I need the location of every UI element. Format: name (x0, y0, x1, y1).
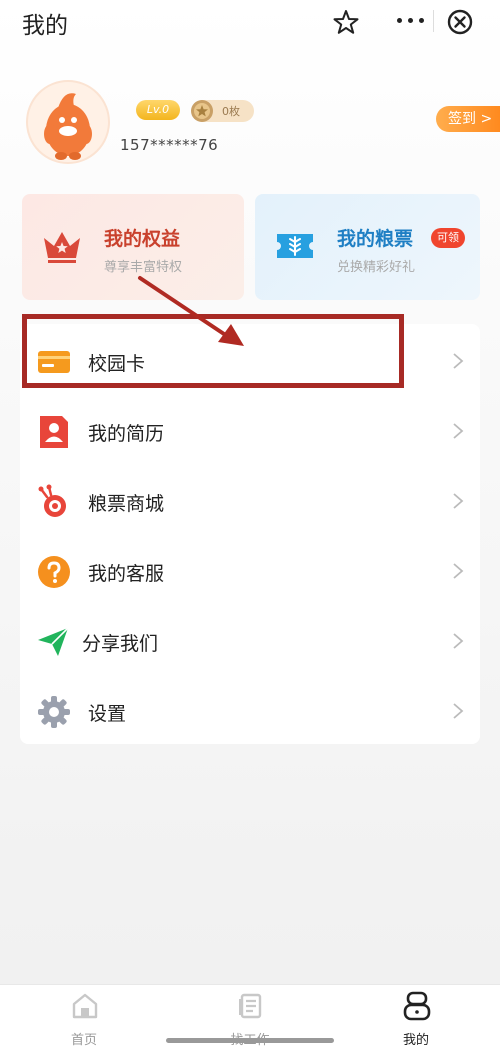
close-icon[interactable] (446, 8, 474, 36)
menu-item-resume[interactable]: 我的简历 (20, 400, 480, 460)
my-tickets-title: 我的粮票 (337, 228, 414, 250)
jobs-icon (239, 993, 262, 1019)
favorite-star-icon[interactable] (332, 8, 360, 36)
menu-item-settings[interactable]: 设置 (20, 680, 480, 740)
highlight-box (22, 314, 404, 388)
mascot-avatar-icon (44, 93, 92, 160)
home-indicator (166, 1038, 334, 1043)
menu-item-label: 分享我们 (82, 633, 159, 655)
my-rights-title: 我的权益 (104, 228, 181, 250)
medal-icon (191, 100, 213, 122)
menu-item-label: 我的简历 (88, 423, 165, 445)
tab-label: 首页 (70, 1033, 97, 1048)
menu-item-share[interactable]: 分享我们 (20, 610, 480, 670)
menu-item-label: 粮票商城 (88, 493, 165, 515)
menu-item-label: 设置 (88, 703, 127, 725)
chevron-right-icon (453, 563, 464, 579)
tab-label: 我的 (402, 1033, 429, 1048)
chevron-right-icon (453, 633, 464, 649)
my-tickets-subtitle: 兑换精彩好礼 (337, 260, 416, 275)
level-badge: Lv.0 (136, 100, 180, 120)
profile-icon (403, 991, 431, 1021)
coin-count: 0枚 (222, 105, 240, 118)
page-title: 我的 (22, 13, 68, 39)
help-icon (38, 556, 70, 588)
chevron-right-icon (453, 353, 464, 369)
my-rights-card[interactable]: 我的权益 尊享丰富特权 (22, 194, 244, 300)
my-rights-subtitle: 尊享丰富特权 (104, 260, 183, 275)
tab-mine[interactable]: 我的 (376, 985, 456, 1049)
mall-icon (38, 484, 66, 517)
avatar[interactable] (26, 80, 110, 164)
menu-item-mall[interactable]: 粮票商城 (20, 470, 480, 530)
settings-icon (38, 696, 70, 728)
phone-number: 157******76 (120, 136, 219, 154)
menu-item-customer-service[interactable]: 我的客服 (20, 540, 480, 600)
top-bar: 我的 (0, 0, 500, 50)
sign-in-button[interactable]: 签到 > (436, 106, 500, 132)
claimable-badge: 可领 (431, 228, 465, 248)
menu-item-label: 我的客服 (88, 563, 165, 585)
home-icon (72, 993, 98, 1019)
crown-icon (44, 232, 80, 263)
share-icon (38, 627, 69, 656)
resume-icon (40, 416, 68, 448)
chevron-right-icon (453, 493, 464, 509)
chevron-right-icon (453, 703, 464, 719)
tab-home[interactable]: 首页 (44, 985, 124, 1049)
more-menu-icon[interactable] (392, 6, 428, 34)
coin-badge[interactable]: 0枚 (191, 100, 254, 122)
chevron-right-icon (453, 423, 464, 439)
ticket-icon (277, 234, 313, 258)
capsule-divider (433, 10, 434, 32)
my-tickets-card[interactable]: 我的粮票 可领 兑换精彩好礼 (255, 194, 480, 300)
